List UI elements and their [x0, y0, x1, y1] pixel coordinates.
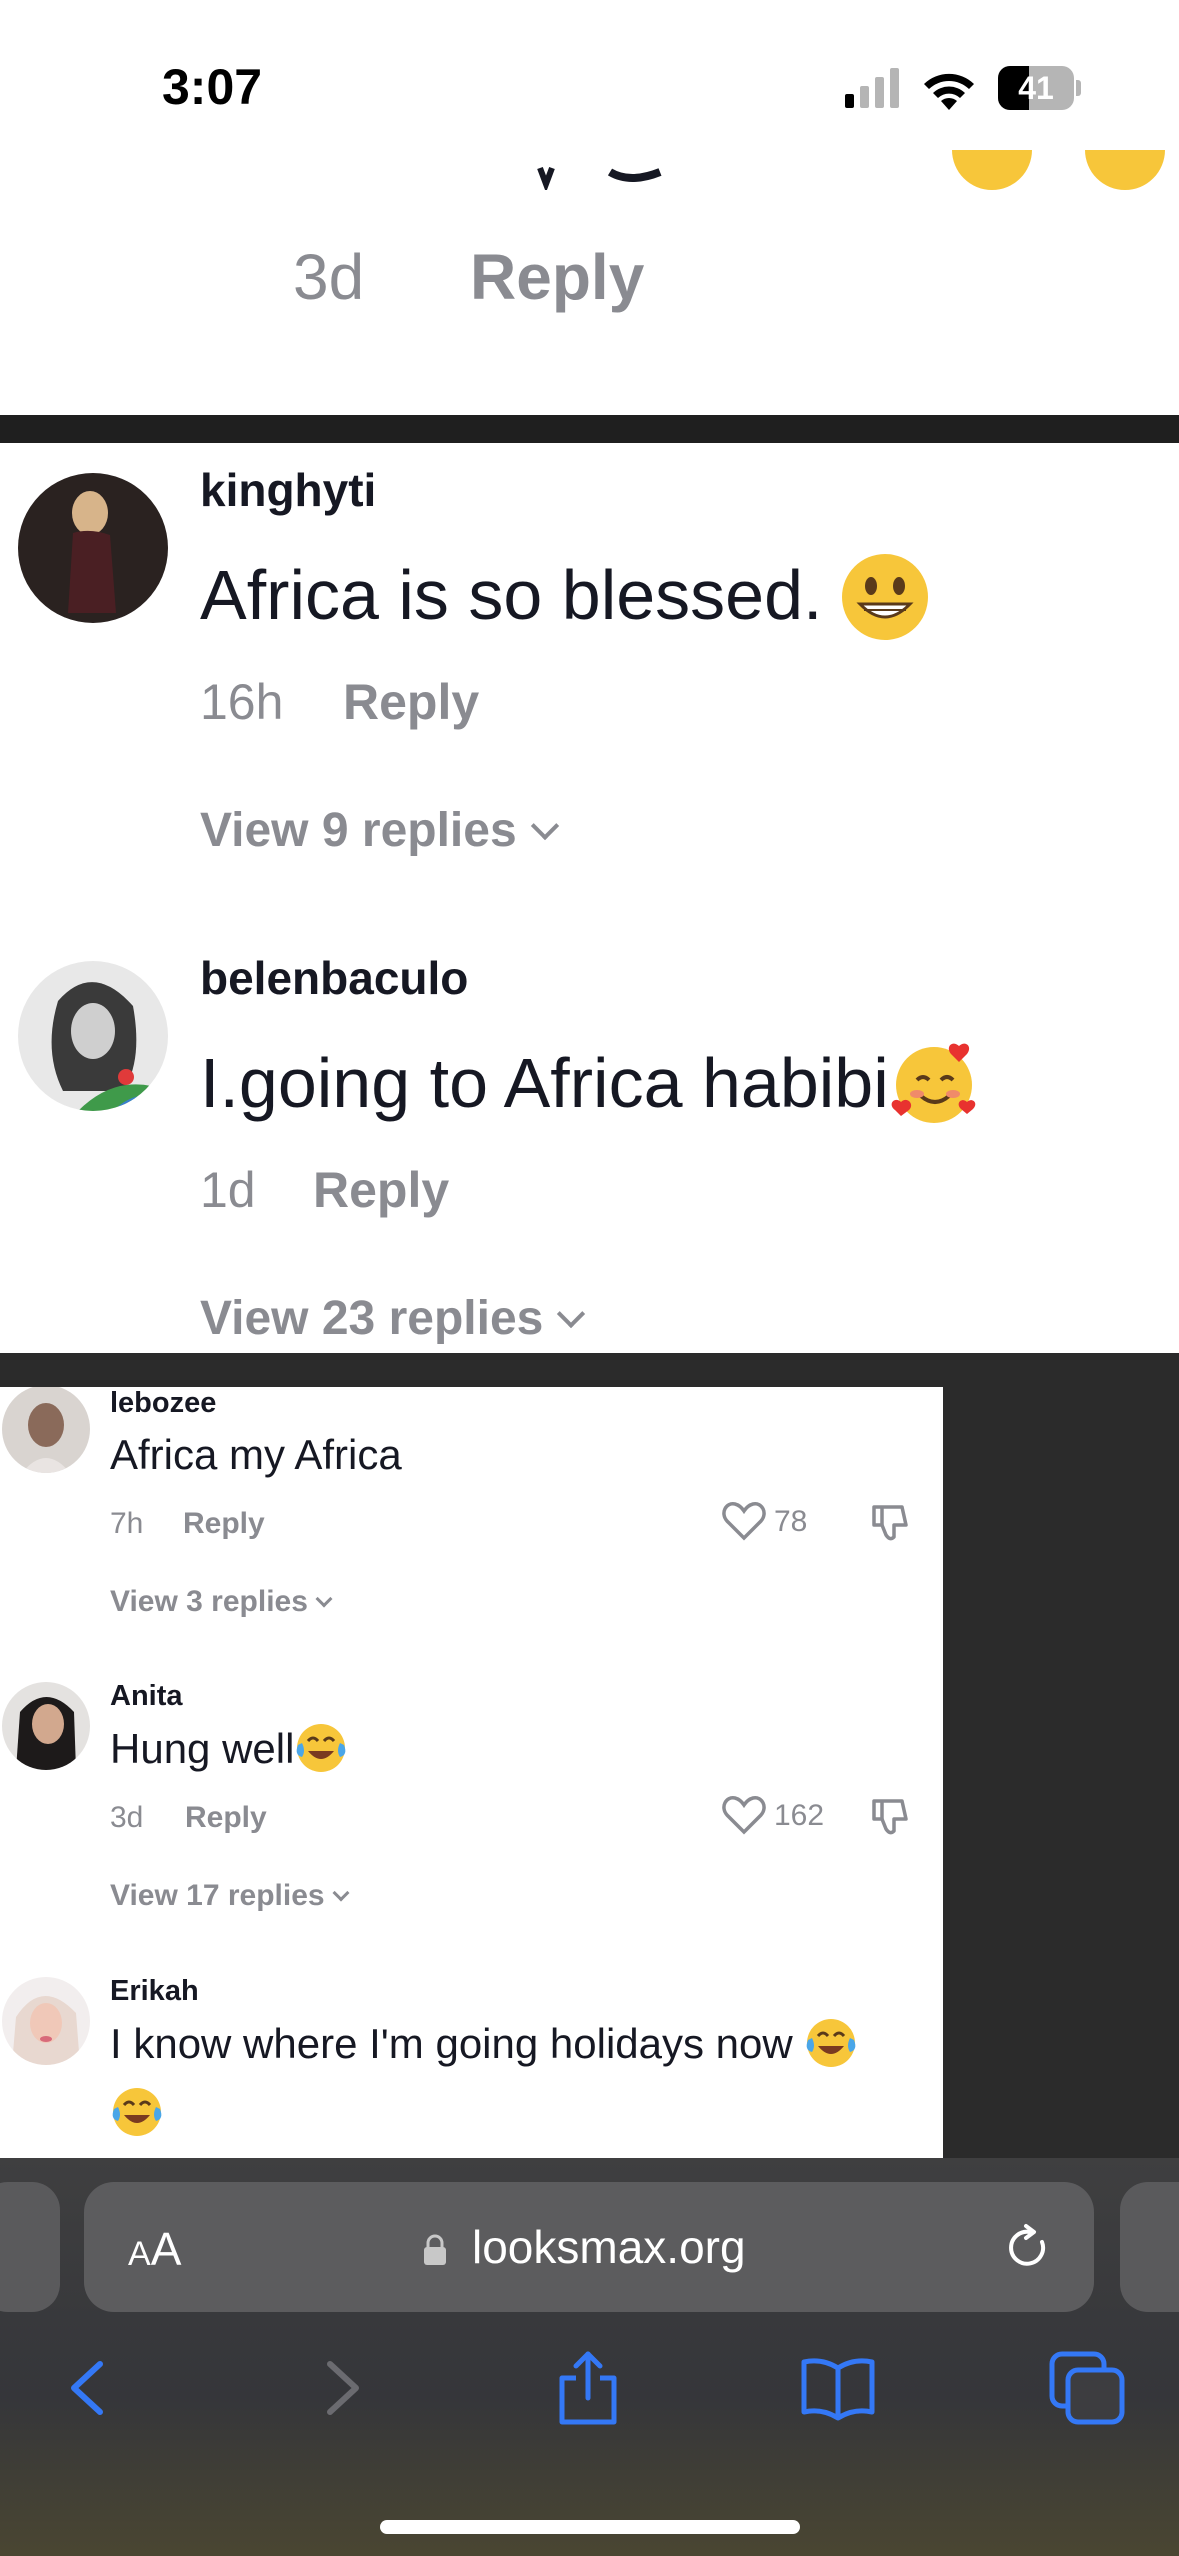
- heart-icon: [722, 1796, 766, 1835]
- address-bar[interactable]: AA looksmax.org: [84, 2182, 1094, 2312]
- tears-of-joy-icon: [294, 1721, 348, 1775]
- tabs-icon[interactable]: [1048, 2348, 1128, 2428]
- safari-bottom-bar: AA looksmax.org: [0, 2158, 1179, 2556]
- url-text[interactable]: looksmax.org: [472, 2220, 746, 2274]
- avatar[interactable]: [2, 1977, 90, 2065]
- smiling-face-with-hearts-icon: [889, 1038, 979, 1128]
- view-replies-button[interactable]: View 9 replies: [200, 803, 559, 858]
- reload-icon[interactable]: [1002, 2222, 1054, 2274]
- status-bar: 3:07 41: [0, 0, 1179, 150]
- comment-time: 3d: [293, 241, 365, 313]
- comment-username[interactable]: belenbaculo: [200, 951, 468, 1005]
- wifi-icon: [924, 73, 974, 110]
- comment-text: Africa my Africa: [110, 1431, 402, 1478]
- cropped-emoji-icon: [1085, 150, 1165, 190]
- divider: [0, 415, 1179, 443]
- comment-time: 7h: [110, 1507, 144, 1540]
- battery-level: 41: [1018, 70, 1054, 106]
- view-replies-button[interactable]: View 23 replies: [200, 1291, 586, 1346]
- comment-time: 1d: [200, 1162, 256, 1218]
- comment-text: Hung well: [110, 1724, 348, 1779]
- avatar[interactable]: [18, 961, 168, 1111]
- comment-username[interactable]: lebozee: [110, 1387, 216, 1420]
- chevron-down-icon: [315, 1590, 333, 1608]
- comment-username[interactable]: Anita: [110, 1680, 183, 1713]
- avatar[interactable]: [2, 1682, 90, 1770]
- screenshot-fragment-comments-large: kinghyti Africa is so blessed. 16h Reply…: [0, 443, 1179, 1353]
- comment-username[interactable]: kinghyti: [200, 463, 376, 517]
- like-button[interactable]: 78: [722, 1499, 832, 1547]
- comment-username[interactable]: Erikah: [110, 1975, 199, 2008]
- reply-button[interactable]: Reply: [313, 1161, 449, 1219]
- like-count: 78: [774, 1505, 808, 1538]
- share-icon[interactable]: [548, 2348, 628, 2428]
- next-tab[interactable]: [1120, 2182, 1179, 2312]
- cellular-signal-icon: [845, 68, 899, 108]
- chevron-down-icon: [332, 1884, 350, 1902]
- dislike-icon[interactable]: [868, 1501, 912, 1545]
- bookmarks-icon[interactable]: [798, 2348, 878, 2428]
- cropped-text: [537, 166, 662, 190]
- screenshot-fragment-top: 3d Reply: [0, 150, 1179, 415]
- grinning-face-icon: [841, 553, 928, 640]
- reply-button[interactable]: Reply: [185, 1801, 267, 1835]
- chevron-down-icon: [557, 1299, 586, 1329]
- text-size-button[interactable]: AA: [128, 2222, 181, 2276]
- lock-icon: [424, 2234, 446, 2265]
- heart-icon: [722, 1502, 766, 1541]
- comment-text: Africa is so blessed.: [200, 553, 928, 644]
- tears-of-joy-icon: [804, 2016, 858, 2070]
- comment-time: 3d: [110, 1801, 144, 1834]
- reply-button[interactable]: Reply: [183, 1507, 265, 1541]
- home-indicator[interactable]: [380, 2520, 800, 2534]
- battery-icon: 41: [998, 66, 1081, 110]
- chevron-down-icon: [530, 811, 559, 841]
- forward-icon[interactable]: [302, 2348, 382, 2428]
- view-replies-button[interactable]: View 3 replies: [110, 1585, 333, 1619]
- cropped-emoji-icon: [952, 150, 1032, 190]
- comment-text: I.going to Africa habibi: [200, 1043, 979, 1134]
- like-button[interactable]: 162: [722, 1793, 832, 1841]
- like-count: 162: [774, 1799, 825, 1832]
- previous-tab[interactable]: [0, 2182, 60, 2312]
- view-replies-button[interactable]: View 17 replies: [110, 1879, 350, 1913]
- reply-button[interactable]: Reply: [470, 240, 644, 314]
- dislike-icon[interactable]: [868, 1795, 912, 1839]
- reply-button[interactable]: Reply: [343, 673, 479, 731]
- status-time: 3:07: [162, 59, 263, 115]
- screenshot-fragment-comments-small: lebozee Africa my Africa 7h Reply 78 Vie…: [0, 1387, 943, 2158]
- tears-of-joy-icon: [110, 2085, 164, 2139]
- comment-time: 16h: [200, 674, 284, 730]
- back-icon[interactable]: [48, 2348, 128, 2428]
- avatar[interactable]: [18, 473, 168, 623]
- avatar[interactable]: [2, 1387, 90, 1473]
- comment-text: I know where I'm going holidays now: [110, 2019, 858, 2074]
